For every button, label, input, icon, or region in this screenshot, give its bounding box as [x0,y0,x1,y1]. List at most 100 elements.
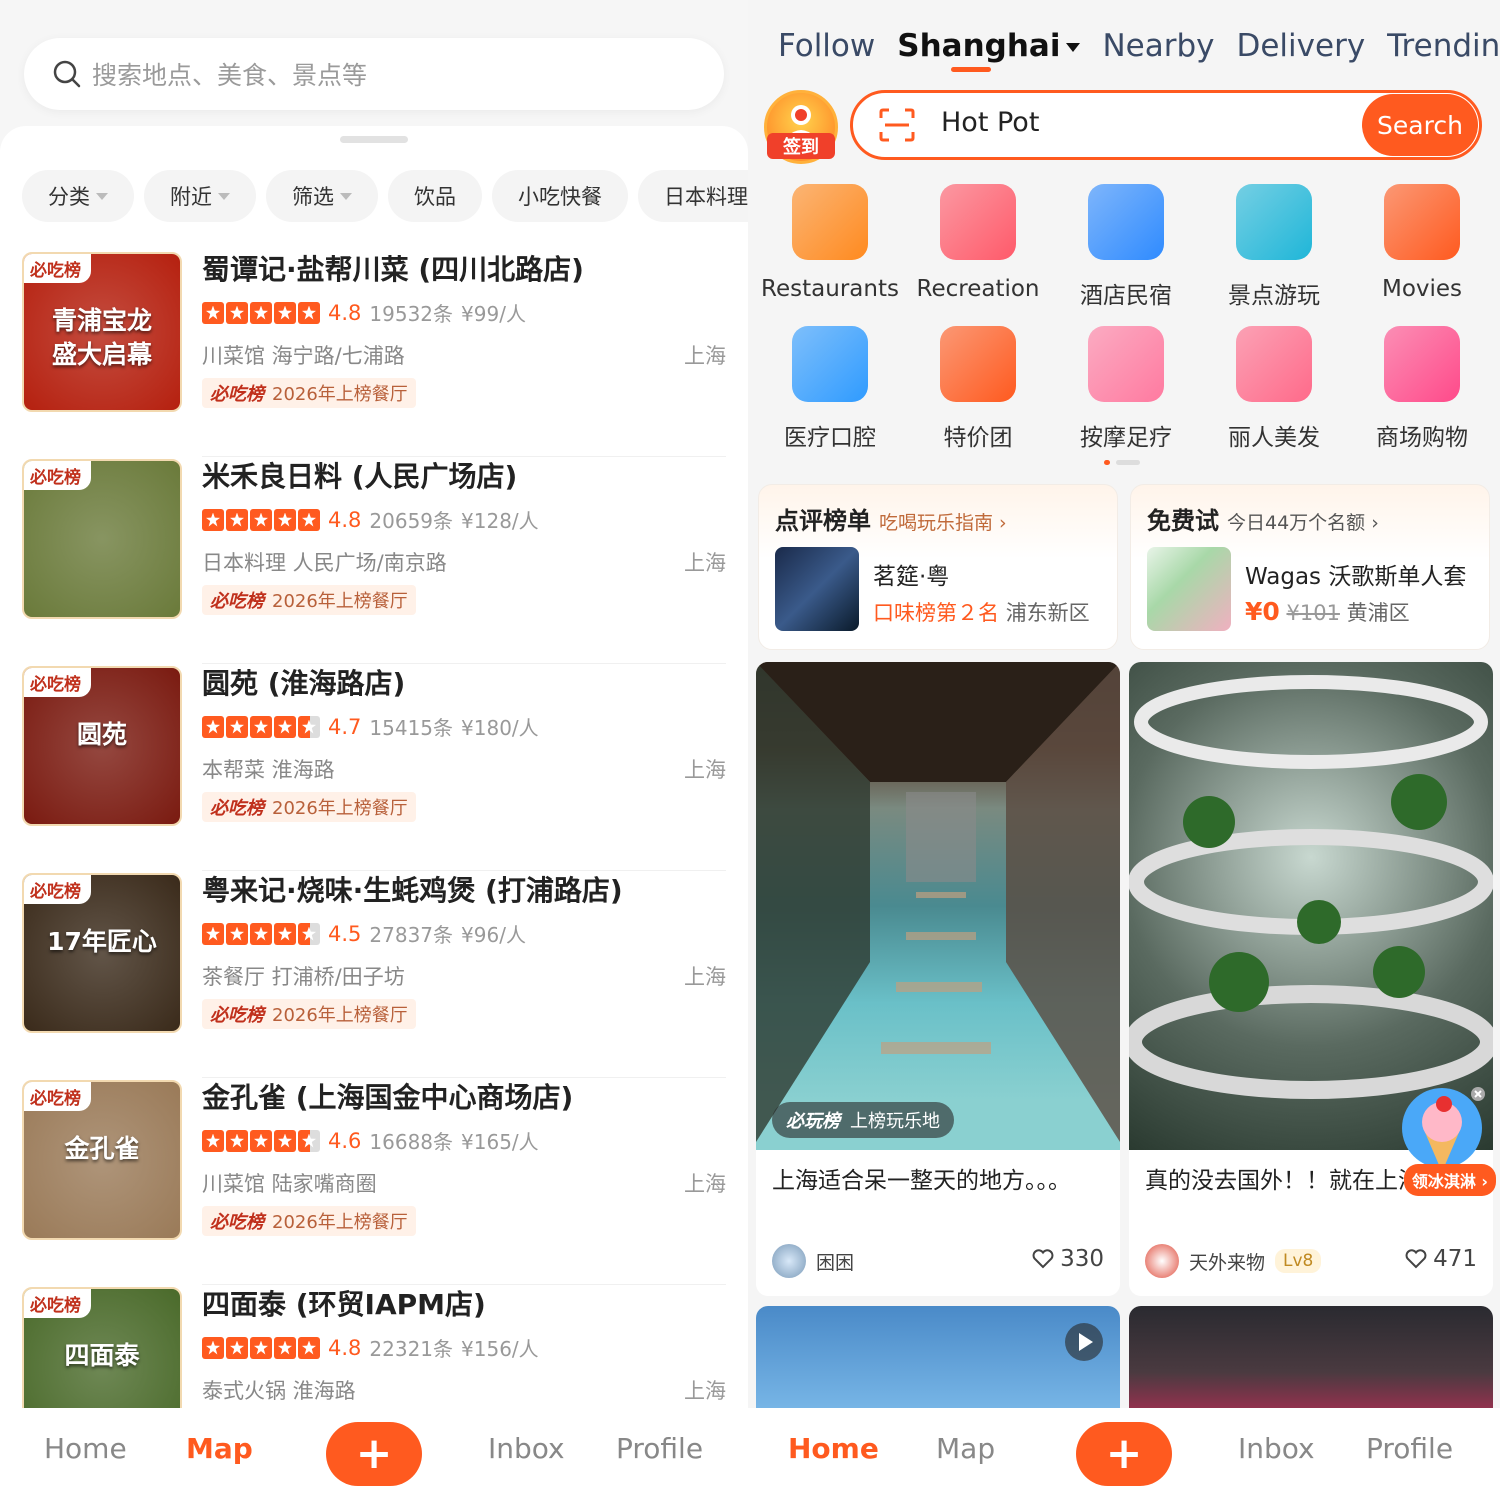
filter-chip[interactable]: 小吃快餐 [492,170,628,222]
avg-price: ¥156/人 [461,1337,539,1361]
category-cat-mask[interactable]: Movies [1348,184,1496,302]
rating-score: 4.7 [328,714,362,739]
search-input[interactable]: Hot Pot [941,107,1039,138]
ranking-district: 浦东新区 [1005,601,1090,625]
star-icon [298,1129,320,1152]
restaurant-category: 本帮菜 淮海路 [202,758,335,782]
nav-home[interactable]: Home [44,1432,127,1465]
category-label: 按摩足疗 [1080,425,1172,451]
play-icon[interactable] [1064,1322,1104,1362]
tab-delivery[interactable]: Delivery [1236,28,1365,64]
filter-chip[interactable]: 饮品 [388,170,482,222]
star-rating [202,715,320,738]
post-plus-button[interactable]: + [326,1422,422,1486]
restaurant-name[interactable]: 米禾良日料 (人民广场店) [202,455,517,495]
feed-post[interactable]: 真的没去国外！！就在上海！ 天外来物 Lv8 471 [1129,662,1493,1296]
like-button[interactable]: 471 [1405,1246,1477,1272]
restaurant-name[interactable]: 蜀谭记·盐帮川菜 (四川北路店) [202,248,584,288]
category-palm-tree[interactable]: 景点游玩 [1200,184,1348,310]
filter-chip[interactable]: 分类 [22,170,134,222]
review-count: 20659条 [369,509,454,533]
restaurant-name[interactable]: 圆苑 (淮海路店) [202,662,405,702]
ice-cream-icon[interactable] [1394,1086,1490,1176]
category-recreation[interactable]: Recreation [904,184,1052,302]
category-discount[interactable]: 特价团 [904,326,1052,452]
category-medical[interactable]: 医疗口腔 [756,326,904,452]
ranking-subtitle[interactable]: 吃喝玩乐指南 › [879,512,1007,534]
restaurant-category: 川菜馆 陆家嘴商圈 [202,1172,377,1196]
nav-profile[interactable]: Profile [1366,1432,1453,1465]
restaurant-row[interactable]: 必吃榜 圆苑 圆苑 (淮海路店) 4.7 15415条 ¥180/人 本帮菜 淮海路 上海 必吃… [22,664,726,871]
heart-icon [1405,1249,1427,1269]
review-count: 27837条 [369,923,454,947]
nav-inbox[interactable]: Inbox [488,1432,565,1465]
restaurant-row[interactable]: 必吃榜 米禾良日料 (人民广场店) 4.8 20659条 ¥128/人 日本料理 人民广场… [22,457,726,664]
badge-logo: 必吃榜 [210,384,264,405]
nav-map[interactable]: Map [186,1432,253,1465]
like-button[interactable]: 330 [1032,1246,1104,1272]
tab-shanghai[interactable]: Shanghai [897,28,1081,72]
tab-follow[interactable]: Follow [778,28,875,64]
sheet-handle[interactable] [340,136,408,143]
thumb-rank-tag: 必吃榜 [24,1289,91,1318]
nav-map[interactable]: Map [936,1432,995,1465]
feed-post[interactable] [1129,1306,1493,1416]
restaurant-name[interactable]: 四面泰 (环贸IAPM店) [202,1283,486,1323]
restaurant-name[interactable]: 金孔雀 (上海国金中心商场店) [202,1076,573,1116]
filter-chip[interactable]: 筛选 [266,170,378,222]
restaurant-name[interactable]: 粤来记·烧味·生蚝鸡煲 (打浦路店) [202,869,623,909]
heart-icon [1032,1249,1054,1269]
search-bar[interactable]: Hot Pot Search [850,90,1482,160]
badge-text: 2026年上榜餐厅 [272,1212,408,1233]
scan-icon[interactable] [879,108,915,142]
star-icon [274,922,296,945]
restaurant-city: 上海 [684,965,726,989]
filter-chip[interactable]: 日本料理 [638,170,748,222]
feed-post-video[interactable] [756,1306,1120,1416]
category-massage[interactable]: 按摩足疗 [1052,326,1200,452]
tab-nearby[interactable]: Nearby [1102,28,1214,64]
ranking-title: 点评榜单 [775,507,871,535]
feed-post[interactable]: 必玩榜 上榜玩乐地 上海适合呆一整天的地方。。。 困困 330 [756,662,1120,1296]
free-trial-subtitle[interactable]: 今日44万个名额 › [1227,512,1379,534]
thumb-caption: 金孔雀 [64,1134,140,1163]
category-roast-chicken[interactable]: Restaurants [756,184,904,302]
review-count: 16688条 [369,1130,454,1154]
free-trial-card[interactable]: 免费试 今日44万个名额 › Wagas 沃歌斯单人套 ¥0 ¥101 黄浦区 [1130,484,1490,650]
search-bar[interactable]: 搜索地点、美食、景点等 [24,38,724,110]
category-shopping-bag[interactable]: 商场购物 [1348,326,1496,452]
restaurant-row[interactable]: 必吃榜 金孔雀 金孔雀 (上海国金中心商场店) 4.6 16688条 ¥165/人 川菜馆 … [22,1078,726,1285]
post-plus-button[interactable]: + [1076,1422,1172,1486]
restaurant-row[interactable]: 必吃榜 17年匠心 粤来记·烧味·生蚝鸡煲 (打浦路店) 4.5 27837条 ¥96/人… [22,871,726,1078]
palm-tree-icon [1236,184,1312,260]
nav-profile[interactable]: Profile [616,1432,703,1465]
search-button[interactable]: Search [1362,94,1478,156]
category-hotel[interactable]: 酒店民宿 [1052,184,1200,310]
category-label: 商场购物 [1376,425,1468,451]
ice-cream-button[interactable]: 领冰淇淋 › [1403,1164,1496,1196]
star-icon [274,508,296,531]
rating-line: 4.7 15415条 ¥180/人 [202,712,539,741]
badge-logo: 必吃榜 [210,591,264,612]
category-label: Movies [1381,276,1463,302]
user-avatar [772,1244,806,1278]
checkin-label: 签到 [767,133,835,159]
post-username: 困困 [816,1251,855,1274]
restaurant-row[interactable]: 必吃榜 青浦宝龙 盛大启幕 蜀谭记·盐帮川菜 (四川北路店) 4.8 19532条 ¥99… [22,250,726,457]
checkin-button[interactable]: 签到 [764,90,838,164]
filter-chip-label: 附近 [170,185,212,209]
nav-inbox[interactable]: Inbox [1238,1432,1315,1465]
post-image [1129,662,1493,1150]
nav-home[interactable]: Home [788,1432,879,1465]
avg-price: ¥128/人 [461,509,539,533]
like-count: 330 [1060,1246,1104,1272]
category-beauty[interactable]: 丽人美发 [1200,326,1348,452]
filter-chip-label: 日本料理 [664,185,748,209]
thumb-caption: 四面泰 [64,1341,140,1370]
tab-trendin[interactable]: Trendin [1387,28,1500,64]
rating-score: 4.5 [328,921,362,946]
filter-chip[interactable]: 附近 [144,170,256,222]
ranking-card[interactable]: 点评榜单 吃喝玩乐指南 › 茗筵·粤 口味榜第２名 浦东新区 [758,484,1118,650]
star-icon [274,715,296,738]
medical-icon [792,326,868,402]
